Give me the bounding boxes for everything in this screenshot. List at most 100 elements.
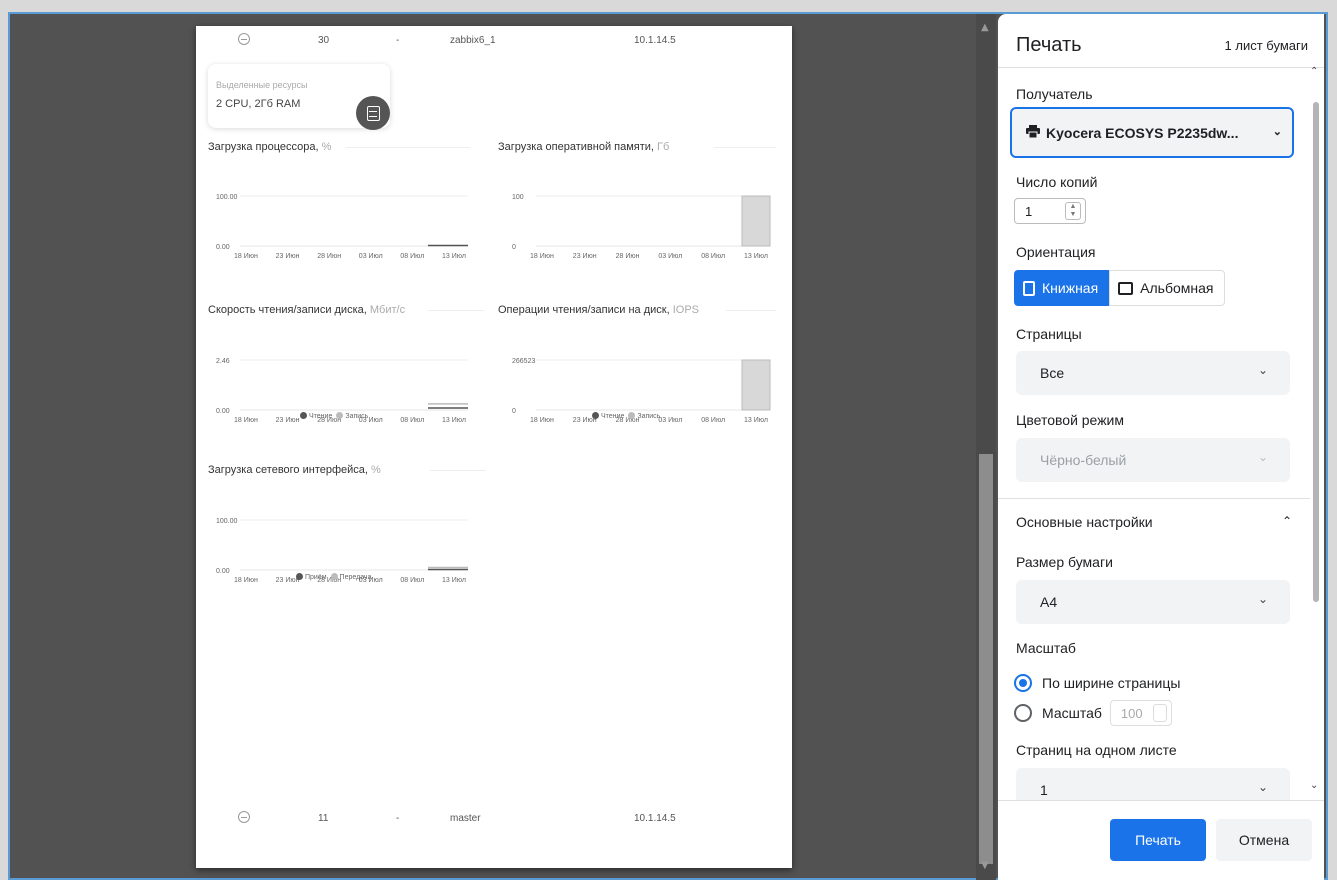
x-tick-label: 28 Июн bbox=[317, 253, 341, 260]
x-tick-label: 13 Июл bbox=[442, 253, 466, 260]
paper-size-label: Размер бумаги bbox=[1016, 554, 1113, 570]
divider bbox=[430, 470, 486, 471]
chart-title-disk-speed: Скорость чтения/записи диска, Мбит/с bbox=[208, 304, 406, 316]
divider bbox=[726, 310, 776, 311]
scroll-down-icon[interactable]: ▼ bbox=[981, 860, 989, 871]
scroll-up-icon[interactable]: ▲ bbox=[981, 22, 989, 33]
landscape-button[interactable]: Альбомная bbox=[1109, 270, 1225, 306]
chart-disk-iops: 266523018 Июн 23 Июн 28 Июн 03 Июл 08 Июл 13 … bbox=[512, 358, 771, 424]
data-area bbox=[741, 195, 771, 247]
chart-title-disk-iops: Операции чтения/записи на диск, IOPS bbox=[498, 304, 700, 316]
chart-disk-speed: 2.460.0018 Июн 23 Июн 28 Июн 03 Июл 08 Июл 13… bbox=[216, 358, 468, 424]
y-tick-label: 2.46 bbox=[216, 358, 230, 365]
color-mode-select[interactable]: Чёрно-белый ⌄ bbox=[1016, 438, 1290, 482]
legend-disk-iops: Чтение Запись bbox=[588, 412, 660, 420]
dialog-scrollbar[interactable]: ⌃ ⌄ bbox=[1306, 62, 1324, 798]
chart-ram: 100 0 18 Июн 23 Июн 28 Июн 03 Июл 08 Июл 13 Июл bbox=[512, 194, 771, 260]
x-tick-label: 28 Июн bbox=[616, 253, 640, 260]
chevron-down-icon: ⌄ bbox=[1257, 780, 1268, 794]
legend-disk-speed: Чтение Запись bbox=[296, 412, 368, 420]
x-tick-label: 08 Июл bbox=[400, 577, 424, 584]
cancel-button[interactable]: Отмена bbox=[1216, 819, 1312, 861]
resources-value: 2 CPU, 2Гб RAM bbox=[216, 98, 301, 110]
destination-label: Получатель bbox=[1016, 86, 1093, 102]
scrollbar-thumb[interactable] bbox=[1313, 102, 1319, 602]
dialog-footer: Печать Отмена bbox=[998, 800, 1324, 880]
y-tick-label: 0 bbox=[512, 408, 516, 415]
y-tick-label: 0.00 bbox=[216, 568, 230, 575]
resources-caption: Выделенные ресурсы bbox=[216, 80, 308, 90]
pages-label: Страницы bbox=[1016, 326, 1082, 342]
stepper-arrows-icon bbox=[1152, 704, 1167, 722]
x-tick-label: 18 Июн bbox=[234, 577, 258, 584]
chart-title-network: Загрузка сетевого интерфейса, % bbox=[208, 464, 381, 476]
advanced-settings-toggle[interactable]: Основные настройки ⌃ bbox=[1016, 514, 1292, 530]
landscape-page-icon bbox=[1118, 281, 1134, 295]
scale-label: Масштаб bbox=[1016, 640, 1076, 656]
x-tick-label: 18 Июн bbox=[530, 253, 554, 260]
chart-title-ram: Загрузка оперативной памяти, Гб bbox=[498, 141, 670, 153]
y-tick-label: 0 bbox=[512, 244, 516, 251]
collapse-icon bbox=[238, 33, 250, 45]
portrait-page-icon bbox=[1023, 280, 1035, 296]
divider bbox=[998, 67, 1324, 68]
preview-scrollbar[interactable]: ▲ ▼ bbox=[976, 14, 996, 880]
dialog-title: Печать bbox=[1016, 34, 1082, 56]
x-tick-label: 08 Июл bbox=[701, 417, 725, 424]
copies-label: Число копий bbox=[1016, 174, 1098, 190]
chart-title-cpu: Загрузка процессора, % bbox=[208, 141, 332, 153]
y-tick-label: 266523 bbox=[512, 358, 535, 365]
y-tick-label: 0.00 bbox=[216, 408, 230, 415]
scroll-down-icon[interactable]: ⌄ bbox=[1310, 780, 1318, 791]
resources-card: Выделенные ресурсы 2 CPU, 2Гб RAM bbox=[208, 64, 390, 130]
pages-per-sheet-label: Страниц на одном листе bbox=[1016, 742, 1177, 758]
radio-checked-icon bbox=[1014, 674, 1032, 692]
divider bbox=[714, 147, 776, 148]
collapse-icon bbox=[238, 811, 250, 823]
copies-stepper[interactable]: 1 ▲ ▼ bbox=[1014, 198, 1086, 224]
sheet-count: 1 лист бумаги bbox=[1224, 38, 1308, 53]
scrollbar-thumb[interactable] bbox=[979, 454, 993, 864]
destination-select[interactable]: Kyocera ECOSYS P2235dw... ⌄ bbox=[1010, 107, 1294, 158]
stepper-arrows-icon[interactable]: ▲ ▼ bbox=[1065, 202, 1081, 220]
x-tick-label: 13 Июл bbox=[744, 253, 768, 260]
print-dialog: Печать 1 лист бумаги Получатель Kyocera … bbox=[998, 14, 1324, 880]
print-button[interactable]: Печать bbox=[1110, 819, 1206, 861]
x-tick-label: 03 Июл bbox=[658, 417, 682, 424]
y-tick-label: 0.00 bbox=[216, 244, 230, 251]
x-tick-label: 08 Июл bbox=[400, 253, 424, 260]
chevron-up-icon: ⌃ bbox=[1281, 514, 1292, 528]
radio-unchecked-icon bbox=[1014, 704, 1032, 722]
x-tick-label: 18 Июн bbox=[234, 253, 258, 260]
x-tick-label: 13 Июл bbox=[744, 417, 768, 424]
page-preview: 30 - zabbix6_1 10.1.14.5 Выделенные ресу… bbox=[196, 26, 792, 868]
portrait-button[interactable]: Книжная bbox=[1014, 270, 1110, 306]
data-area bbox=[741, 359, 771, 411]
x-tick-label: 13 Июл bbox=[442, 417, 466, 424]
x-tick-label: 03 Июл bbox=[658, 253, 682, 260]
pages-select[interactable]: Все ⌄ bbox=[1016, 351, 1290, 395]
y-tick-label: 100 bbox=[512, 194, 524, 201]
chevron-down-icon: ⌄ bbox=[1257, 363, 1268, 377]
y-tick-label: 100.00 bbox=[216, 518, 238, 525]
table-row: 30 - zabbix6_1 10.1.14.5 bbox=[196, 26, 792, 54]
chart-cpu: 100.00 0.00 18 Июн 23 Июн 28 Июн 03 Июл 08 Июл… bbox=[216, 194, 468, 260]
scale-custom-radio[interactable]: Масштаб 100 bbox=[1014, 700, 1172, 726]
x-tick-label: 23 Июн bbox=[276, 253, 300, 260]
scroll-up-icon[interactable]: ⌃ bbox=[1310, 66, 1318, 77]
chevron-down-icon: ⌄ bbox=[1257, 592, 1268, 606]
scale-fit-radio[interactable]: По ширине страницы bbox=[1014, 674, 1180, 692]
x-tick-label: 03 Июл bbox=[359, 253, 383, 260]
paper-size-select[interactable]: A4 ⌄ bbox=[1016, 580, 1290, 624]
legend-network: Приём Передача bbox=[292, 573, 371, 581]
chart-network: 100.000.0018 Июн 23 Июн 28 Июн 03 Июл 08 Июл… bbox=[216, 518, 468, 584]
x-tick-label: 08 Июл bbox=[701, 253, 725, 260]
x-tick-label: 18 Июн bbox=[530, 417, 554, 424]
scale-input[interactable]: 100 bbox=[1109, 700, 1172, 726]
x-tick-label: 13 Июл bbox=[442, 577, 466, 584]
server-icon bbox=[356, 96, 390, 130]
color-mode-label: Цветовой режим bbox=[1016, 412, 1125, 428]
x-tick-label: 18 Июн bbox=[234, 417, 258, 424]
printer-icon bbox=[1026, 125, 1040, 138]
x-tick-label: 23 Июн bbox=[573, 253, 597, 260]
